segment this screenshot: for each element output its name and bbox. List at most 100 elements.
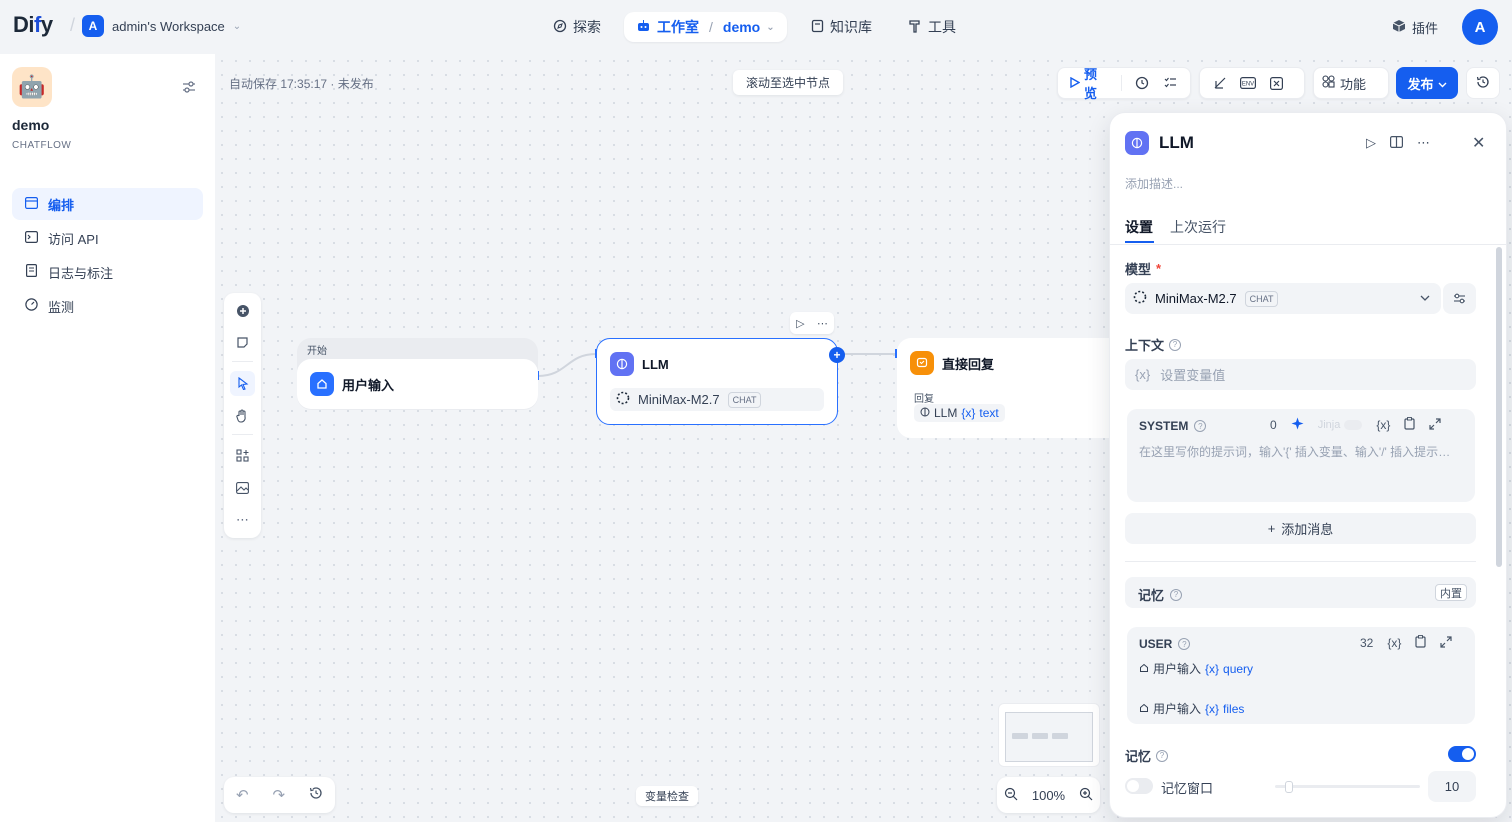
active-tab-indicator	[1125, 241, 1154, 243]
checklist-icon[interactable]	[1158, 71, 1182, 95]
sidebar-item-monitor[interactable]: 监测	[12, 290, 203, 322]
zoom-out-icon[interactable]	[1004, 787, 1018, 804]
nav-studio[interactable]: 工作室 / demo ⌄	[624, 12, 787, 42]
more-icon[interactable]: ⋯	[1417, 135, 1430, 151]
run-history-icon[interactable]	[1130, 71, 1154, 95]
workspace-switcher[interactable]: A admin's Workspace ⌄	[82, 15, 241, 37]
chevron-down-icon[interactable]: ⌄	[766, 22, 774, 33]
nav-tools[interactable]: 工具	[908, 12, 956, 42]
organize-icon[interactable]	[230, 443, 255, 468]
help-icon[interactable]: ?	[1170, 588, 1183, 601]
help-icon[interactable]: ?	[1194, 420, 1207, 432]
token-count: 0	[1270, 418, 1277, 432]
nav-explore[interactable]: 探索	[553, 12, 601, 42]
context-variable-input[interactable]: {x} 设置变量值	[1125, 359, 1476, 390]
start-node-body: 用户输入	[297, 359, 538, 409]
env-toolbar: ENV	[1199, 67, 1305, 99]
user-avatar[interactable]: A	[1462, 9, 1498, 45]
sidebar-item-orchestrate[interactable]: 编排	[12, 188, 203, 220]
dify-logo[interactable]: Dify	[13, 12, 53, 38]
test-run-icon[interactable]	[1208, 71, 1232, 95]
variable-inspect-button[interactable]: 变量检查	[636, 786, 698, 806]
breadcrumb-separator: /	[70, 15, 76, 35]
model-selector[interactable]: MiniMax-M2.7 CHAT	[1125, 283, 1441, 314]
plugins-button[interactable]: 插件	[1392, 18, 1438, 37]
copy-icon[interactable]	[1404, 417, 1415, 433]
pointer-icon[interactable]	[230, 371, 255, 396]
system-prompt-editor[interactable]: SYSTEM? 0 Jinja {x} 在这里写你的提示词，输入'{' 插入变量…	[1127, 409, 1475, 502]
help-icon[interactable]: ?	[1169, 338, 1182, 351]
breadcrumb-separator: /	[709, 19, 713, 35]
settings-sliders-icon[interactable]	[182, 80, 196, 96]
features-button[interactable]: 功能	[1322, 71, 1366, 95]
panel-tabs: 设置 上次运行	[1110, 213, 1506, 245]
add-message-label: 添加消息	[1281, 522, 1334, 537]
memory-window-input[interactable]: 10	[1428, 771, 1476, 802]
add-next-node-icon[interactable]: +	[829, 347, 845, 363]
more-icon[interactable]: ⋯	[230, 507, 255, 532]
nav-knowledge[interactable]: 知识库	[811, 12, 872, 42]
copy-icon[interactable]	[1415, 635, 1426, 651]
hand-icon[interactable]	[230, 403, 255, 428]
model-params-icon[interactable]	[1443, 283, 1476, 314]
panel-title[interactable]: LLM	[1159, 133, 1194, 153]
run-step-icon[interactable]: ▷	[1366, 135, 1376, 151]
preview-label: 预览	[1084, 67, 1098, 101]
start-node[interactable]: 开始 用户输入	[297, 338, 538, 410]
preview-button[interactable]: 预览	[1066, 67, 1113, 101]
llm-node[interactable]: LLM MiniMax-M2.7 CHAT	[596, 338, 838, 425]
sidebar-item-api[interactable]: 访问 API	[12, 222, 203, 254]
help-icon[interactable]: ?	[1156, 749, 1169, 762]
help-icon[interactable]: ?	[1178, 638, 1191, 650]
description-input[interactable]: 添加描述...	[1125, 175, 1183, 192]
nav-explore-label: 探索	[573, 19, 601, 35]
nav-studio-label: 工作室	[657, 19, 699, 35]
history-icon[interactable]	[309, 786, 323, 804]
memory-section-label: 记忆?	[1138, 585, 1183, 604]
conversation-variable-icon[interactable]	[1264, 71, 1288, 95]
memory-window-toggle[interactable]	[1125, 778, 1153, 794]
add-node-icon[interactable]	[230, 298, 255, 323]
minimap[interactable]	[998, 703, 1100, 767]
expand-icon[interactable]	[1429, 417, 1441, 433]
sparkle-icon[interactable]	[1291, 417, 1304, 433]
answer-node[interactable]: 直接回复 回复 LLM {x} text	[897, 338, 1109, 438]
builtin-badge: 内置	[1435, 584, 1467, 601]
run-node-icon[interactable]: ▷	[796, 317, 804, 330]
nav-app-label[interactable]: demo	[723, 19, 760, 35]
version-history-button[interactable]	[1466, 67, 1500, 99]
variable-icon[interactable]: {x}	[1376, 418, 1390, 432]
zoom-in-icon[interactable]	[1079, 787, 1093, 804]
undo-icon[interactable]: ↶	[236, 786, 249, 804]
memory-toggle[interactable]	[1448, 746, 1476, 762]
sidebar-item-logs[interactable]: 日志与标注	[12, 256, 203, 288]
tab-settings[interactable]: 设置	[1125, 217, 1153, 237]
more-icon[interactable]: ⋯	[817, 317, 828, 330]
export-image-icon[interactable]	[230, 475, 255, 500]
node-action-bar: ▷ ⋯	[790, 312, 834, 334]
plus-icon: +	[1267, 521, 1276, 536]
svg-text:ENV: ENV	[1242, 82, 1254, 88]
help-doc-icon[interactable]	[1390, 135, 1404, 151]
panel-scrollbar[interactable]	[1496, 247, 1502, 567]
memory-window-slider[interactable]	[1275, 781, 1420, 793]
scroll-to-selected-button[interactable]: 滚动至选中节点	[733, 70, 844, 95]
prompt-variable-chip: 用户输入 {x} files	[1139, 700, 1244, 717]
divider	[232, 434, 253, 435]
user-prompt-editor[interactable]: USER? 32 {x} 用户输入 {x} query 用户输入 {x} fil…	[1127, 627, 1475, 724]
slider-handle[interactable]	[1285, 781, 1293, 793]
jinja-toggle[interactable]: Jinja	[1318, 419, 1363, 431]
variable-name: files	[1223, 701, 1245, 716]
close-icon[interactable]: ✕	[1472, 133, 1485, 153]
memory-section-header[interactable]: 记忆? 内置	[1125, 577, 1476, 608]
tab-last-run[interactable]: 上次运行	[1170, 217, 1226, 237]
expand-icon[interactable]	[1440, 635, 1452, 651]
zoom-level[interactable]: 100%	[1032, 788, 1065, 803]
add-note-icon[interactable]	[230, 330, 255, 355]
publish-button[interactable]: 发布	[1396, 67, 1458, 99]
env-icon[interactable]: ENV	[1236, 71, 1260, 95]
variable-icon[interactable]: {x}	[1387, 636, 1401, 650]
add-message-button[interactable]: + 添加消息	[1125, 513, 1476, 544]
redo-icon[interactable]: ↷	[272, 786, 285, 804]
answer-field-label: 回复	[914, 394, 934, 405]
